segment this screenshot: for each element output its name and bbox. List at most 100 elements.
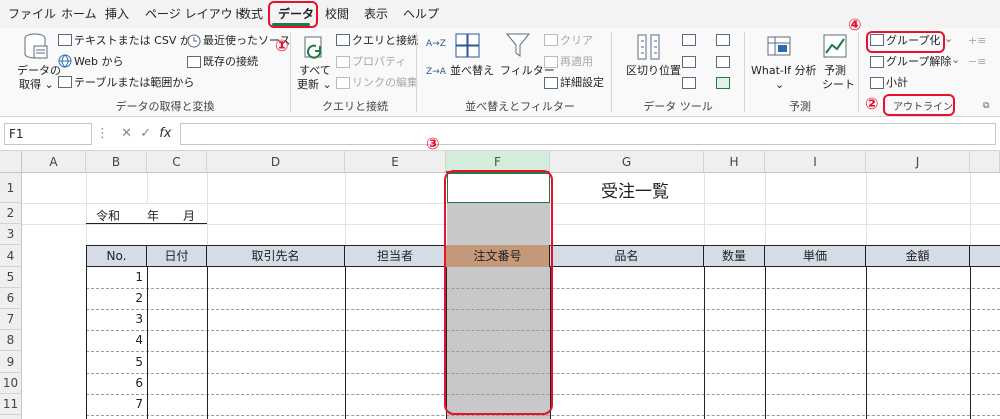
row-header-9[interactable]: 9: [0, 351, 22, 373]
row-header-4[interactable]: 4: [0, 245, 22, 267]
refresh-all-label-2[interactable]: 更新 ⌄: [297, 78, 332, 91]
relationships-icon[interactable]: [716, 56, 730, 68]
header-qty[interactable]: 数量: [704, 245, 765, 267]
row-header-7[interactable]: 7: [0, 309, 22, 330]
row-header-12[interactable]: [0, 415, 22, 419]
tab-page-layout[interactable]: ページ レイアウト: [145, 4, 245, 24]
enter-icon[interactable]: ✓: [140, 126, 151, 141]
group-dropdown[interactable]: ⌄: [944, 32, 953, 45]
sort-button[interactable]: 並べ替え: [450, 64, 494, 77]
row-header-8[interactable]: 8: [0, 330, 22, 351]
row-number[interactable]: 3: [86, 312, 143, 326]
row-number[interactable]: 4: [86, 333, 143, 347]
row-number[interactable]: 5: [86, 355, 143, 369]
text-to-columns-button[interactable]: 区切り位置: [626, 64, 681, 77]
row-separator: [86, 415, 1000, 416]
row-header-5[interactable]: 5: [0, 267, 22, 288]
insert-function-icon[interactable]: fx: [159, 126, 171, 141]
column-header-k[interactable]: [970, 151, 1000, 173]
row-header-1[interactable]: 1: [0, 173, 22, 203]
sort-az-button[interactable]: A→Z: [426, 38, 446, 51]
row-header-6[interactable]: 6: [0, 288, 22, 309]
forecast-sheet-label-2[interactable]: シート: [822, 78, 855, 91]
cancel-icon[interactable]: ✕: [121, 126, 132, 141]
column-header-a[interactable]: A: [22, 151, 86, 173]
more-icon[interactable]: ⋮: [96, 126, 109, 141]
table-range-button[interactable]: テーブルまたは範囲から: [74, 76, 194, 89]
name-box[interactable]: F1: [4, 123, 92, 145]
highlight-column-f: [444, 170, 553, 415]
column-header-i[interactable]: I: [765, 151, 866, 173]
text-csv-button[interactable]: テキストまたは CSV から: [74, 34, 202, 47]
data-validation-icon[interactable]: [682, 77, 696, 89]
group-label-queries: クエリと接続: [322, 100, 388, 113]
filter-icon: [505, 33, 531, 57]
forecast-sheet-label-1[interactable]: 予測: [824, 64, 846, 77]
formula-input[interactable]: [180, 123, 996, 145]
row-header-11[interactable]: 11: [0, 394, 22, 415]
tab-view[interactable]: 表示: [364, 4, 388, 24]
ungroup-button[interactable]: グループ解除: [886, 55, 951, 68]
properties-button[interactable]: プロパティ: [352, 55, 406, 68]
header-unit-price[interactable]: 単価: [765, 245, 866, 267]
column-header-e[interactable]: E: [345, 151, 446, 173]
whatif-label-1[interactable]: What-If 分析: [751, 64, 816, 77]
flash-fill-icon[interactable]: [682, 34, 696, 46]
header-no[interactable]: No.: [86, 245, 147, 267]
show-detail-icon[interactable]: +≡: [968, 34, 986, 47]
edit-links-button[interactable]: リンクの編集: [352, 76, 418, 89]
refresh-all-label-1[interactable]: すべて: [299, 64, 331, 77]
web-button[interactable]: Web から: [74, 55, 123, 68]
ungroup-dropdown[interactable]: ⌄: [951, 53, 960, 66]
column-header-d[interactable]: D: [207, 151, 345, 173]
header-client[interactable]: 取引先名: [207, 245, 345, 267]
gridline: [86, 173, 87, 245]
select-all-corner[interactable]: [0, 151, 22, 173]
data-model-icon[interactable]: [716, 77, 730, 89]
column-header-b[interactable]: B: [86, 151, 147, 173]
queries-connections-button[interactable]: クエリと接続: [352, 34, 418, 47]
row-number[interactable]: 7: [86, 397, 143, 411]
get-data-label-2[interactable]: 取得 ⌄: [19, 78, 54, 91]
clear-filter-button[interactable]: クリア: [560, 34, 593, 47]
sort-za-button[interactable]: Z→A: [426, 66, 446, 79]
properties-icon: [336, 56, 350, 68]
column-header-c[interactable]: C: [147, 151, 207, 173]
tab-home[interactable]: ホーム: [61, 4, 97, 24]
advanced-filter-button[interactable]: 詳細設定: [560, 76, 604, 89]
subtotal-button[interactable]: 小計: [886, 76, 908, 89]
gridline: [207, 173, 208, 245]
get-data-label-1[interactable]: データの: [17, 64, 61, 77]
hide-detail-icon[interactable]: −≡: [968, 55, 986, 68]
reapply-icon: [544, 56, 558, 68]
group-label-data-tools: データ ツール: [643, 100, 713, 113]
tab-help[interactable]: ヘルプ: [403, 4, 439, 24]
tab-file[interactable]: ファイル: [8, 4, 56, 24]
tab-insert[interactable]: 挿入: [105, 4, 129, 24]
tab-review[interactable]: 校閲: [325, 4, 349, 24]
clear-filter-icon: [544, 34, 558, 46]
whatif-label-2[interactable]: ⌄: [775, 78, 784, 91]
remove-duplicates-icon[interactable]: [682, 56, 696, 68]
consolidate-icon[interactable]: [716, 34, 730, 46]
row-number[interactable]: 1: [86, 270, 143, 284]
column-header-j[interactable]: J: [866, 151, 970, 173]
header-item[interactable]: 品名: [550, 245, 704, 267]
row-header-3[interactable]: 3: [0, 224, 22, 245]
table-border: [345, 267, 346, 419]
column-header-g[interactable]: G: [550, 151, 704, 173]
column-header-h[interactable]: H: [704, 151, 765, 173]
reapply-button[interactable]: 再適用: [560, 55, 593, 68]
ribbon-separator: [290, 32, 291, 112]
outline-dialog-launcher-icon[interactable]: ⧉: [983, 101, 989, 111]
row-header-2[interactable]: 2: [0, 203, 22, 224]
row-number[interactable]: 2: [86, 291, 143, 305]
row-header-10[interactable]: 10: [0, 373, 22, 394]
existing-connections-button[interactable]: 既存の接続: [203, 55, 258, 68]
tab-formulas[interactable]: 数式: [239, 4, 263, 24]
text-to-columns-icon: [637, 34, 660, 60]
header-person[interactable]: 担当者: [345, 245, 446, 267]
row-number[interactable]: 6: [86, 376, 143, 390]
header-amount[interactable]: 金額: [866, 245, 970, 267]
header-date[interactable]: 日付: [147, 245, 207, 267]
